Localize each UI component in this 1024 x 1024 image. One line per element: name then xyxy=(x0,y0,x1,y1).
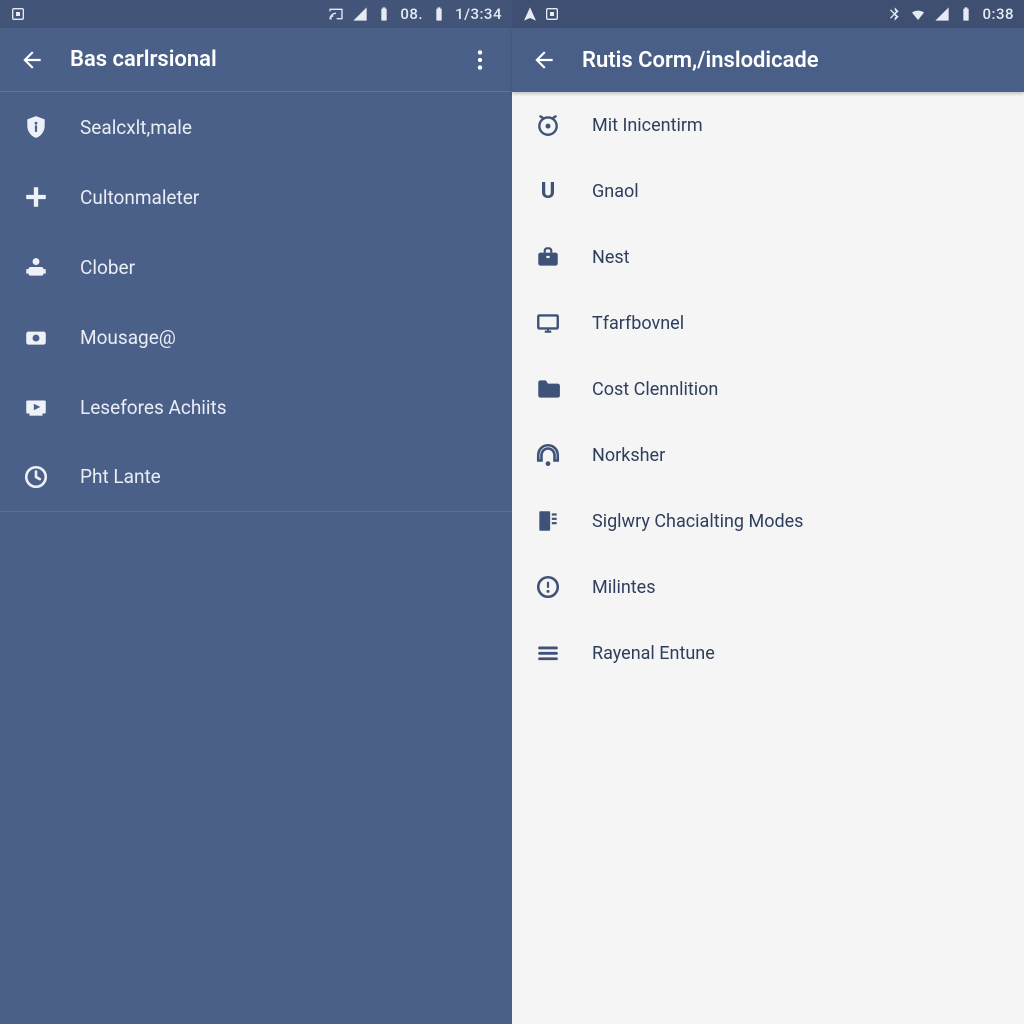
menu-list: Mit Inicentirm U Gnaol Nest Tfarfbovnel … xyxy=(512,92,1024,1024)
status-box-icon xyxy=(10,6,26,22)
status-bar: 08. 1/3:34 xyxy=(0,0,512,28)
wifi-icon xyxy=(910,6,926,22)
list-item[interactable]: Pht Lante xyxy=(0,442,512,512)
list-item[interactable]: Rayenal Entune xyxy=(512,620,1024,686)
list-item-label: Nest xyxy=(592,247,1002,268)
list-item-label: Siglwry Chacialting Modes xyxy=(592,511,1002,532)
folder-icon xyxy=(534,375,562,403)
list-item[interactable]: Tfarfbovnel xyxy=(512,290,1024,356)
battery-text: 08. xyxy=(400,5,423,23)
cell-signal-icon xyxy=(352,6,368,22)
page-title: Bas carlrsional xyxy=(70,47,442,72)
list-item-label: Cultonmaleter xyxy=(80,186,490,209)
list-item[interactable]: Lesefores Achiits xyxy=(0,372,512,442)
headset-ring-icon xyxy=(534,441,562,469)
list-item-label: Mousage@ xyxy=(80,326,490,349)
list-item-label: Clober xyxy=(80,256,490,279)
list-item[interactable]: Sealcxlt,male xyxy=(0,92,512,162)
status-bar: 0:38 xyxy=(512,0,1024,28)
list-item[interactable]: Milintes xyxy=(512,554,1024,620)
camera-icon xyxy=(22,323,50,351)
alert-circle-icon xyxy=(534,573,562,601)
status-box-icon xyxy=(544,6,560,22)
briefcase-icon xyxy=(534,243,562,271)
battery-full-icon xyxy=(431,6,447,22)
list-item-label: Milintes xyxy=(592,577,1002,598)
list-item[interactable]: Mit Inicentirm xyxy=(512,92,1024,158)
letter-u-icon: U xyxy=(534,177,562,205)
list-item[interactable]: U Gnaol xyxy=(512,158,1024,224)
list-item-label: Mit Inicentirm xyxy=(592,115,1002,136)
bluetooth-icon xyxy=(886,6,902,22)
right-pane: 0:38 Rutis Corm,/inslodicade Mit Inicent… xyxy=(512,0,1024,1024)
list-item[interactable]: Norksher xyxy=(512,422,1024,488)
list-item-label: Lesefores Achiits xyxy=(80,396,490,419)
list-item[interactable]: Nest xyxy=(512,224,1024,290)
list-item-label: Sealcxlt,male xyxy=(80,116,490,139)
list-item[interactable]: Cost Clennlition xyxy=(512,356,1024,422)
list-item-label: Gnaol xyxy=(592,181,1002,202)
video-board-icon xyxy=(22,393,50,421)
list-item[interactable]: Siglwry Chacialting Modes xyxy=(512,488,1024,554)
list-item[interactable]: Cultonmaleter xyxy=(0,162,512,232)
app-bar: Rutis Corm,/inslodicade xyxy=(512,28,1024,92)
alarm-target-icon xyxy=(534,111,562,139)
person-camera-icon xyxy=(22,253,50,281)
nav-icon xyxy=(522,6,538,22)
menu-list: Sealcxlt,male Cultonmaleter Clober Mousa… xyxy=(0,92,512,1024)
clock-text: 0:38 xyxy=(982,5,1014,23)
monitor-icon xyxy=(534,309,562,337)
overflow-menu-button[interactable] xyxy=(460,40,500,80)
battery-icon xyxy=(958,6,974,22)
battery-icon xyxy=(376,6,392,22)
list-item[interactable]: Clober xyxy=(0,232,512,302)
clock-text: 1/3:34 xyxy=(455,5,502,23)
cast-icon xyxy=(328,6,344,22)
app-bar: Bas carlrsional xyxy=(0,28,512,92)
page-title: Rutis Corm,/inslodicade xyxy=(582,48,1012,73)
book-lines-icon xyxy=(534,507,562,535)
list-item-label: Cost Clennlition xyxy=(592,379,1002,400)
back-button[interactable] xyxy=(12,40,52,80)
clock-icon xyxy=(22,463,50,491)
list-item-label: Tfarfbovnel xyxy=(592,313,1002,334)
back-button[interactable] xyxy=(524,40,564,80)
cell-signal-icon xyxy=(934,6,950,22)
list-item-label: Norksher xyxy=(592,445,1002,466)
list-item-label: Pht Lante xyxy=(80,465,490,488)
shield-info-icon xyxy=(22,113,50,141)
list-item[interactable]: Mousage@ xyxy=(0,302,512,372)
list-item-label: Rayenal Entune xyxy=(592,643,1002,664)
plus-icon xyxy=(22,183,50,211)
left-pane: 08. 1/3:34 Bas carlrsional Sealcxlt,male… xyxy=(0,0,512,1024)
menu-lines-icon xyxy=(534,639,562,667)
